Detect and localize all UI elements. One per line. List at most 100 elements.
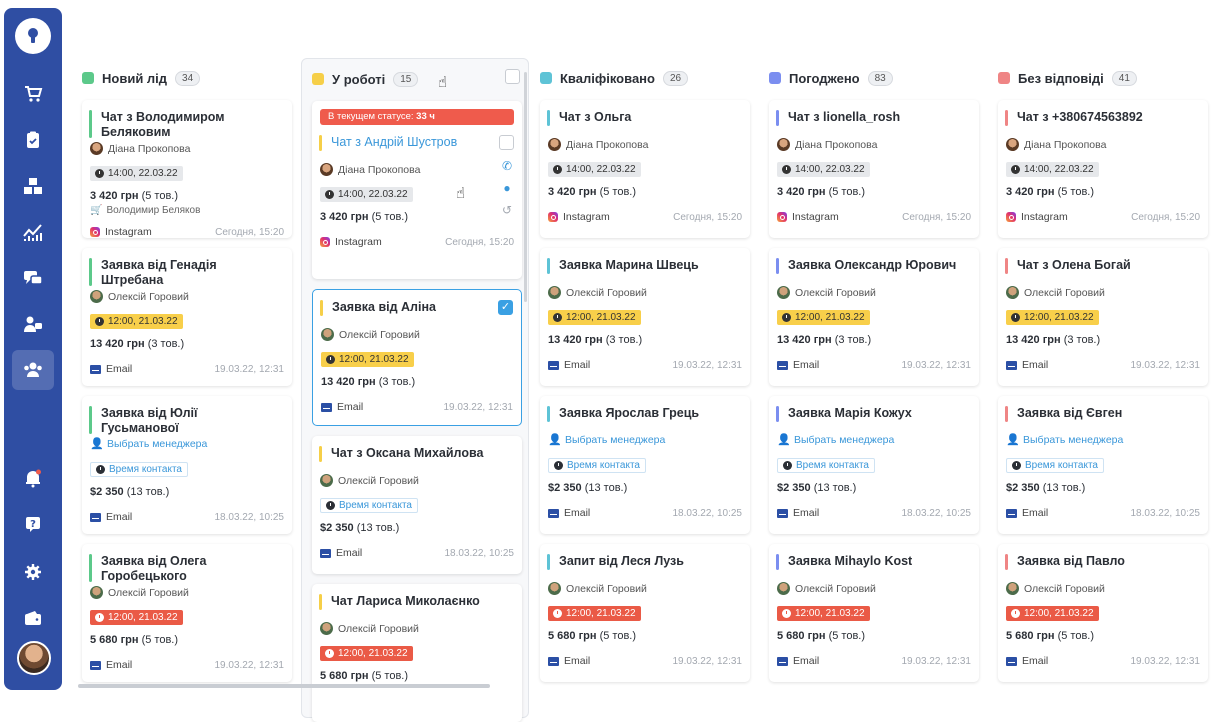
lead-card[interactable]: Чат з Володимиром Беляковим Діана Прокопо… (82, 100, 292, 238)
contact-time-chip[interactable]: 14:00, 22.03.22 (90, 166, 183, 181)
manager-row[interactable]: 👤Выбрать менеджера (548, 434, 665, 446)
lead-card[interactable]: Заявка Ярослав Грець 👤Выбрать менеджера Вр… (540, 396, 750, 534)
card-title[interactable]: Чат з lionella_rosh (788, 110, 958, 125)
column-header[interactable]: Кваліфіковано26 (540, 69, 688, 87)
card-title[interactable]: Заявка Олександр Юрович (788, 258, 958, 273)
contact-time-chip[interactable]: 12:00, 21.03.22 (1006, 606, 1099, 621)
manager-row[interactable]: 👤Выбрать менеджера (90, 438, 207, 450)
contact-time-chip[interactable]: 14:00, 22.03.22 (1006, 162, 1099, 177)
manager-row[interactable]: Олексій Горовий (321, 328, 420, 341)
lead-card[interactable]: Чат з lionella_rosh Діана Прокопова 14:00,… (769, 100, 979, 238)
column-header[interactable]: Погоджено83 (769, 69, 893, 87)
card-title[interactable]: Заявка Ярослав Грець (559, 406, 729, 421)
manager-row[interactable]: Олексій Горовий (548, 582, 647, 595)
contact-time-chip[interactable]: 12:00, 21.03.22 (90, 610, 183, 625)
logo[interactable] (15, 18, 51, 54)
card-title[interactable]: Заявка Марія Кожух (788, 406, 958, 421)
select-manager-link[interactable]: Выбрать менеджера (107, 438, 207, 450)
column-header[interactable]: Новий лід34 (82, 69, 200, 87)
nav-clients[interactable] (12, 350, 54, 390)
nav-help[interactable]: ? (4, 504, 62, 544)
nav-analytics[interactable] (4, 212, 62, 252)
lead-card[interactable]: Заявка Марина Швець Олексій Горовий 12:00,… (540, 248, 750, 386)
card-title[interactable]: Чат з Володимиром Беляковим (101, 110, 271, 140)
history-icon[interactable]: ↺ (500, 203, 514, 217)
select-manager-link[interactable]: Выбрать менеджера (1023, 434, 1123, 446)
card-title[interactable]: Чат з Олена Богай (1017, 258, 1187, 273)
manager-row[interactable]: Діана Прокопова (320, 163, 420, 176)
nav-tasks[interactable] (4, 120, 62, 160)
horizontal-scrollbar[interactable] (78, 684, 490, 688)
contact-time-chip[interactable]: 12:00, 21.03.22 (548, 606, 641, 621)
nav-warehouse[interactable] (4, 166, 62, 206)
manager-row[interactable]: 👤Выбрать менеджера (1006, 434, 1123, 446)
nav-support[interactable] (4, 304, 62, 344)
manager-row[interactable]: Олексій Горовий (90, 290, 189, 303)
contact-time-chip[interactable]: 12:00, 21.03.22 (1006, 310, 1099, 325)
contact-time-chip[interactable]: 14:00, 22.03.22 (548, 162, 641, 177)
nav-finance[interactable] (4, 598, 62, 638)
manager-row[interactable]: Олексій Горовий (777, 286, 876, 299)
card-title[interactable]: Заявка від Генадія Штребана (101, 258, 271, 288)
message-icon[interactable]: ● (500, 181, 514, 195)
manager-row[interactable]: Олексій Горовий (777, 582, 876, 595)
card-title[interactable]: Заявка Mihaylo Kost (788, 554, 958, 569)
manager-row[interactable]: Олексій Горовий (1006, 582, 1105, 595)
lead-card[interactable]: Чат з ОльгаДіана Прокопова14:00, 22.03.2… (540, 100, 750, 238)
nav-chats[interactable] (4, 258, 62, 298)
card-title[interactable]: Запит від Леся Лузь (559, 554, 729, 569)
select-manager-link[interactable]: Выбрать менеджера (794, 434, 894, 446)
phone-icon[interactable]: ✆ (500, 159, 514, 173)
lead-card[interactable]: Заявка від ПавлоОлексій Горовий12:00, 21… (998, 544, 1208, 682)
contact-time-chip[interactable]: 14:00, 22.03.22 (320, 187, 413, 202)
lead-card[interactable]: Запит від Леся Лузь Олексій Горовий 12:00,… (540, 544, 750, 682)
contact-time-chip[interactable]: Время контакта (90, 462, 188, 477)
card-title[interactable]: Заявка від Аліна (332, 300, 502, 315)
lead-card[interactable]: Чат з Оксана Михайлова Олексій Горовий Вре… (312, 436, 522, 574)
column-header[interactable]: Без відповіді41 (998, 69, 1137, 87)
manager-row[interactable]: Олексій Горовий (320, 622, 419, 635)
nav-notifications[interactable] (4, 458, 62, 498)
card-title[interactable]: Заявка Марина Швець (559, 258, 729, 273)
lead-card[interactable]: Заявка від Аліна✓Олексій Горовий12:00, 2… (312, 289, 522, 426)
nav-orders[interactable] (4, 74, 62, 114)
manager-row[interactable]: Діана Прокопова (777, 138, 877, 151)
contact-time-chip[interactable]: Время контакта (320, 498, 418, 513)
contact-time-chip[interactable]: 14:00, 22.03.22 (777, 162, 870, 177)
contact-time-chip[interactable]: Время контакта (548, 458, 646, 473)
manager-row[interactable]: Діана Прокопова (1006, 138, 1106, 151)
card-title[interactable]: Чат з Оксана Михайлова (331, 446, 501, 461)
card-title[interactable]: Чат з Ольга (559, 110, 729, 125)
card-checkbox[interactable] (499, 135, 514, 150)
lead-card[interactable]: Заявка від Юлії Гусьманової👤Выбрать мене… (82, 396, 292, 534)
contact-time-chip[interactable]: 12:00, 21.03.22 (777, 606, 870, 621)
lead-card[interactable]: Чат з +380674563892 Діана Прокопова 14:00,… (998, 100, 1208, 238)
card-title[interactable]: Заявка від Олега Горобецького (101, 554, 271, 584)
nav-settings[interactable] (4, 552, 62, 592)
lead-card[interactable]: Заявка Mihaylo Kost Олексій Горовий 12:00,… (769, 544, 979, 682)
select-all-checkbox[interactable] (505, 69, 520, 84)
manager-row[interactable]: Олексій Горовий (1006, 286, 1105, 299)
manager-row[interactable]: Олексій Горовий (320, 474, 419, 487)
card-title[interactable]: Заявка від Євген (1017, 406, 1187, 421)
card-checkbox[interactable]: ✓ (498, 300, 513, 315)
select-manager-link[interactable]: Выбрать менеджера (565, 434, 665, 446)
lead-card[interactable]: В текущем статусе: 33 чЧат з Андрій Шуст… (312, 101, 522, 279)
lead-card[interactable]: Заявка Марія Кожух 👤Выбрать менеджера Врем… (769, 396, 979, 534)
manager-row[interactable]: 👤Выбрать менеджера (777, 434, 894, 446)
contact-time-chip[interactable]: 12:00, 21.03.22 (90, 314, 183, 329)
contact-time-chip[interactable]: 12:00, 21.03.22 (320, 646, 413, 661)
lead-card[interactable]: Чат з Олена Богай Олексій Горовий 12:00, 2… (998, 248, 1208, 386)
contact-time-chip[interactable]: Время контакта (1006, 458, 1104, 473)
card-title[interactable]: Чат Лариса Миколаєнко (331, 594, 501, 609)
card-title[interactable]: Чат з Андрій Шустров (331, 135, 501, 150)
column-scrollbar[interactable] (524, 72, 527, 302)
manager-row[interactable]: Олексій Горовий (90, 586, 189, 599)
contact-time-chip[interactable]: Время контакта (777, 458, 875, 473)
card-title[interactable]: Чат з +380674563892 (1017, 110, 1187, 125)
column-header[interactable]: У роботі15 (312, 70, 418, 88)
manager-row[interactable]: Олексій Горовий (548, 286, 647, 299)
manager-row[interactable]: Діана Прокопова (90, 142, 190, 155)
lead-card[interactable]: Заявка від Олега Горобецького Олексій Гор… (82, 544, 292, 682)
contact-time-chip[interactable]: 12:00, 21.03.22 (548, 310, 641, 325)
